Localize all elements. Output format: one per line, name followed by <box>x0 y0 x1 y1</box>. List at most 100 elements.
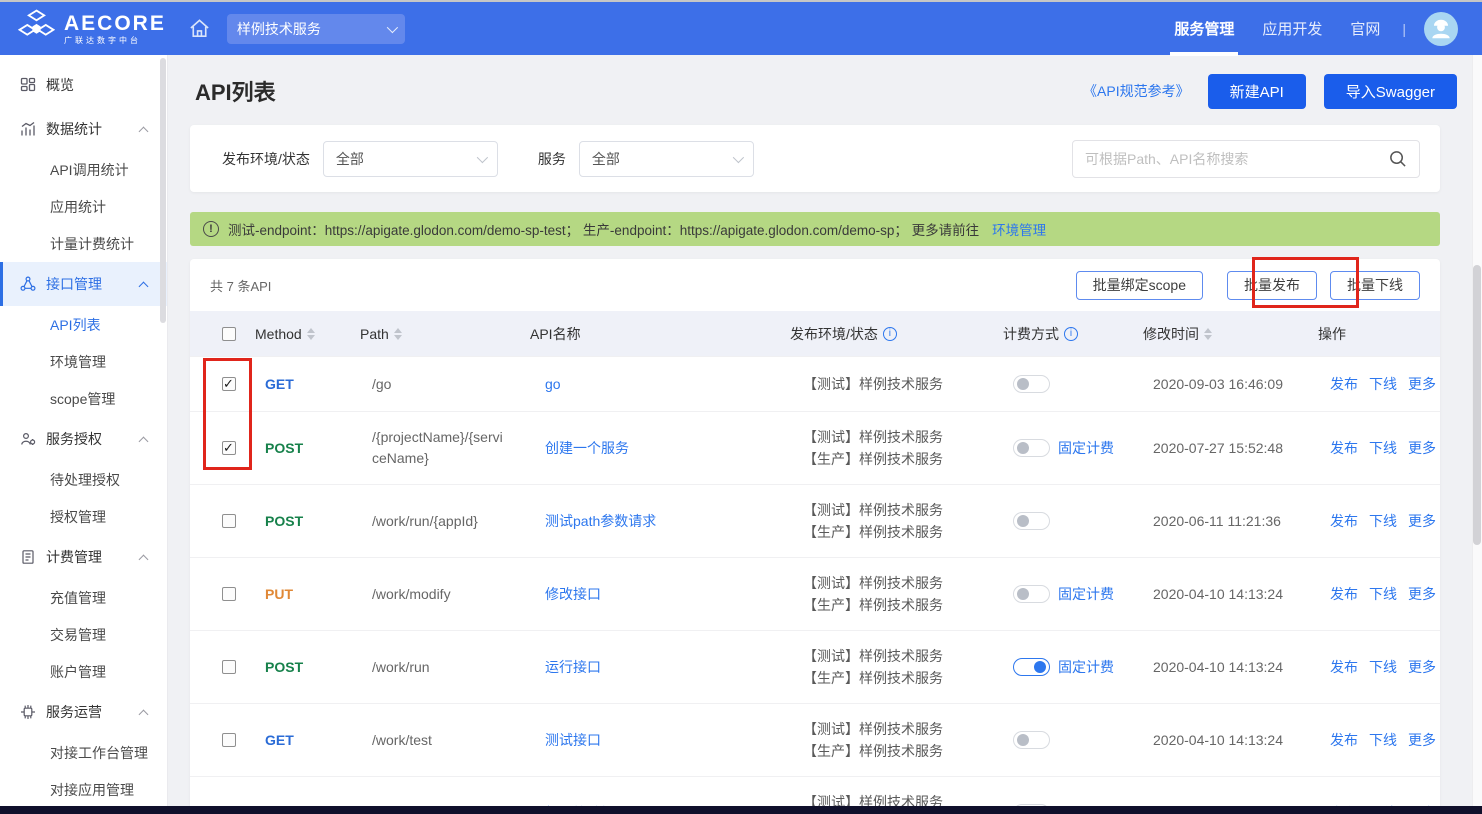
row-checkbox[interactable] <box>222 660 236 674</box>
column-header-5[interactable]: 修改时间 <box>1143 324 1318 344</box>
sidebar-scrollbar[interactable] <box>160 58 166 323</box>
method-cell: GET <box>255 732 360 748</box>
row-checkbox[interactable] <box>222 514 236 528</box>
sidebar-item-auth-mgmt[interactable]: 授权管理 <box>0 498 167 535</box>
nav-item-official-site[interactable]: 官网 <box>1336 1 1394 56</box>
api-name-link[interactable]: 修改接口 <box>530 586 601 602</box>
action-offline-link[interactable]: 下线 <box>1369 511 1397 531</box>
billing-toggle[interactable] <box>1013 585 1050 603</box>
action-offline-link[interactable]: 下线 <box>1369 438 1397 458</box>
sidebar-item-transaction-mgmt[interactable]: 交易管理 <box>0 616 167 653</box>
sidebar-item-service-auth[interactable]: 服务授权 <box>0 417 167 461</box>
sidebar-item-metering-billing-stats[interactable]: 计量计费统计 <box>0 225 167 262</box>
action-publish-link[interactable]: 发布 <box>1330 657 1358 677</box>
row-checkbox[interactable] <box>222 441 236 455</box>
env-cell: 【测试】样例技术服务 【生产】样例技术服务 <box>790 718 1003 763</box>
page-scrollbar[interactable] <box>1472 55 1482 806</box>
row-actions: 发布下线更多 <box>1318 730 1440 750</box>
sidebar-item-service-ops[interactable]: 服务运营 <box>0 690 167 734</box>
import-swagger-button[interactable]: 导入Swagger <box>1324 74 1457 109</box>
sidebar-item-pending-auth[interactable]: 待处理授权 <box>0 461 167 498</box>
action-more-link[interactable]: 更多 <box>1408 374 1436 394</box>
sidebar-item-workbench-mgmt[interactable]: 对接工作台管理 <box>0 734 167 771</box>
api-spec-link[interactable]: 《API规范参考》 <box>1083 81 1190 101</box>
sidebar-item-recharge-mgmt[interactable]: 充值管理 <box>0 579 167 616</box>
sort-icon[interactable] <box>394 328 402 340</box>
batch-bind-scope-button[interactable]: 批量绑定scope <box>1076 271 1203 300</box>
create-api-button[interactable]: 新建API <box>1208 74 1306 109</box>
sidebar-item-app-stats[interactable]: 应用统计 <box>0 188 167 225</box>
sidebar-item-api-list[interactable]: API列表 <box>0 306 167 343</box>
action-publish-link[interactable]: 发布 <box>1330 438 1358 458</box>
info-icon[interactable] <box>1064 327 1078 341</box>
row-checkbox[interactable] <box>222 377 236 391</box>
row-actions: 发布下线更多 <box>1318 657 1440 677</box>
sidebar-item-api-call-stats[interactable]: API调用统计 <box>0 151 167 188</box>
nav-item-app-dev[interactable]: 应用开发 <box>1248 1 1336 56</box>
api-name-link[interactable]: 测试path参数请求 <box>530 513 656 529</box>
chevron-down-icon <box>733 151 744 162</box>
action-more-link[interactable]: 更多 <box>1408 584 1436 604</box>
page-scrollbar-thumb[interactable] <box>1473 265 1481 545</box>
sidebar-item-account-mgmt[interactable]: 账户管理 <box>0 653 167 690</box>
page-title: API列表 <box>195 75 276 107</box>
modified-time-cell: 2020-09-03 16:46:09 <box>1143 376 1318 392</box>
sidebar-item-api-mgmt[interactable]: 接口管理 <box>0 262 167 306</box>
action-publish-link[interactable]: 发布 <box>1330 511 1358 531</box>
billing-toggle[interactable] <box>1013 439 1050 457</box>
sidebar-item-label: 数据统计 <box>46 119 102 139</box>
sidebar-item-billing-mgmt[interactable]: 计费管理 <box>0 535 167 579</box>
action-offline-link[interactable]: 下线 <box>1369 584 1397 604</box>
billing-toggle[interactable] <box>1013 731 1050 749</box>
service-filter-select[interactable]: 全部 <box>579 141 754 177</box>
action-more-link[interactable]: 更多 <box>1408 511 1436 531</box>
action-publish-link[interactable]: 发布 <box>1330 584 1358 604</box>
select-all-checkbox[interactable] <box>222 327 236 341</box>
service-selector[interactable]: 样例技术服务 <box>227 14 405 44</box>
sidebar-item-scope-mgmt[interactable]: scope管理 <box>0 380 167 417</box>
action-offline-link[interactable]: 下线 <box>1369 730 1397 750</box>
search-icon[interactable] <box>1388 149 1407 168</box>
action-more-link[interactable]: 更多 <box>1408 730 1436 750</box>
column-header-2: API名称 <box>530 324 790 344</box>
action-publish-link[interactable]: 发布 <box>1330 730 1358 750</box>
method-cell: GET <box>255 376 360 392</box>
sort-icon[interactable] <box>1204 328 1212 340</box>
search-input[interactable] <box>1085 151 1380 167</box>
api-name-link[interactable]: 创建一个服务 <box>530 440 629 456</box>
action-more-link[interactable]: 更多 <box>1408 438 1436 458</box>
billing-toggle[interactable] <box>1013 375 1050 393</box>
action-publish-link[interactable]: 发布 <box>1330 374 1358 394</box>
nav-item-service-mgmt[interactable]: 服务管理 <box>1160 1 1248 56</box>
batch-publish-button[interactable]: 批量发布 <box>1227 271 1317 300</box>
sidebar-item-env-mgmt[interactable]: 环境管理 <box>0 343 167 380</box>
sidebar-item-data-stats[interactable]: 数据统计 <box>0 107 167 151</box>
api-name-link[interactable]: 测试接口 <box>530 732 601 748</box>
billing-toggle[interactable] <box>1013 512 1050 530</box>
sidebar-item-connected-app-mgmt[interactable]: 对接应用管理 <box>0 771 167 808</box>
action-offline-link[interactable]: 下线 <box>1369 374 1397 394</box>
column-header-0[interactable]: Method <box>255 326 360 342</box>
env-mgmt-link[interactable]: 环境管理 <box>992 219 1046 239</box>
sort-icon[interactable] <box>307 328 315 340</box>
api-name-link[interactable]: 运行接口 <box>530 659 601 675</box>
billing-toggle[interactable] <box>1013 658 1050 676</box>
table-row: POST /work/run/{appId} 测试path参数请求 【测试】样例… <box>190 484 1440 557</box>
modified-time-cell: 2020-04-10 14:13:24 <box>1143 659 1318 675</box>
table-row: POST /{projectName}/{serviceName} 创建一个服务… <box>190 411 1440 484</box>
action-offline-link[interactable]: 下线 <box>1369 657 1397 677</box>
row-checkbox[interactable] <box>222 733 236 747</box>
env-filter-select[interactable]: 全部 <box>323 141 498 177</box>
action-more-link[interactable]: 更多 <box>1408 657 1436 677</box>
chevron-down-icon <box>387 21 398 32</box>
column-header-1[interactable]: Path <box>360 326 530 342</box>
api-name-link[interactable]: go <box>530 376 561 392</box>
info-icon[interactable] <box>883 327 897 341</box>
batch-offline-button[interactable]: 批量下线 <box>1330 271 1420 300</box>
row-checkbox[interactable] <box>222 587 236 601</box>
home-icon[interactable] <box>188 17 211 40</box>
api-table-card: 共 7 条API 批量绑定scope批量发布批量下线 MethodPathAPI… <box>190 259 1440 814</box>
avatar[interactable] <box>1424 12 1458 46</box>
sidebar-item-overview[interactable]: 概览 <box>0 63 167 107</box>
row-actions: 发布下线更多 <box>1318 438 1440 458</box>
